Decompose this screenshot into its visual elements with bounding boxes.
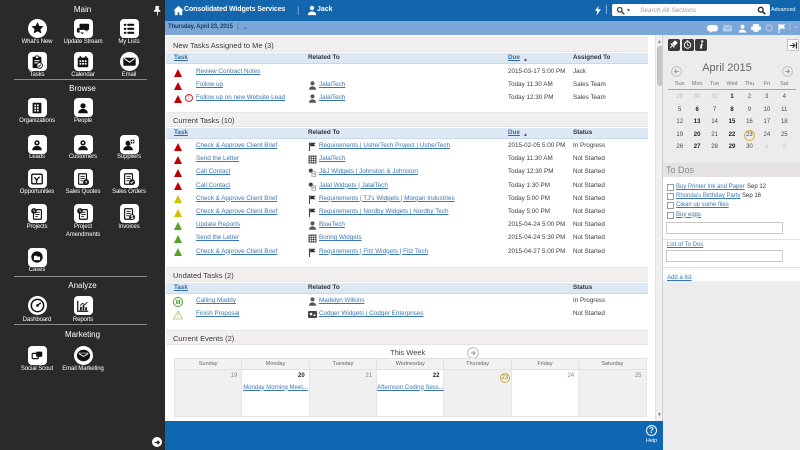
svg-text:$: $ <box>131 214 134 220</box>
svg-text:?: ? <box>85 179 88 185</box>
